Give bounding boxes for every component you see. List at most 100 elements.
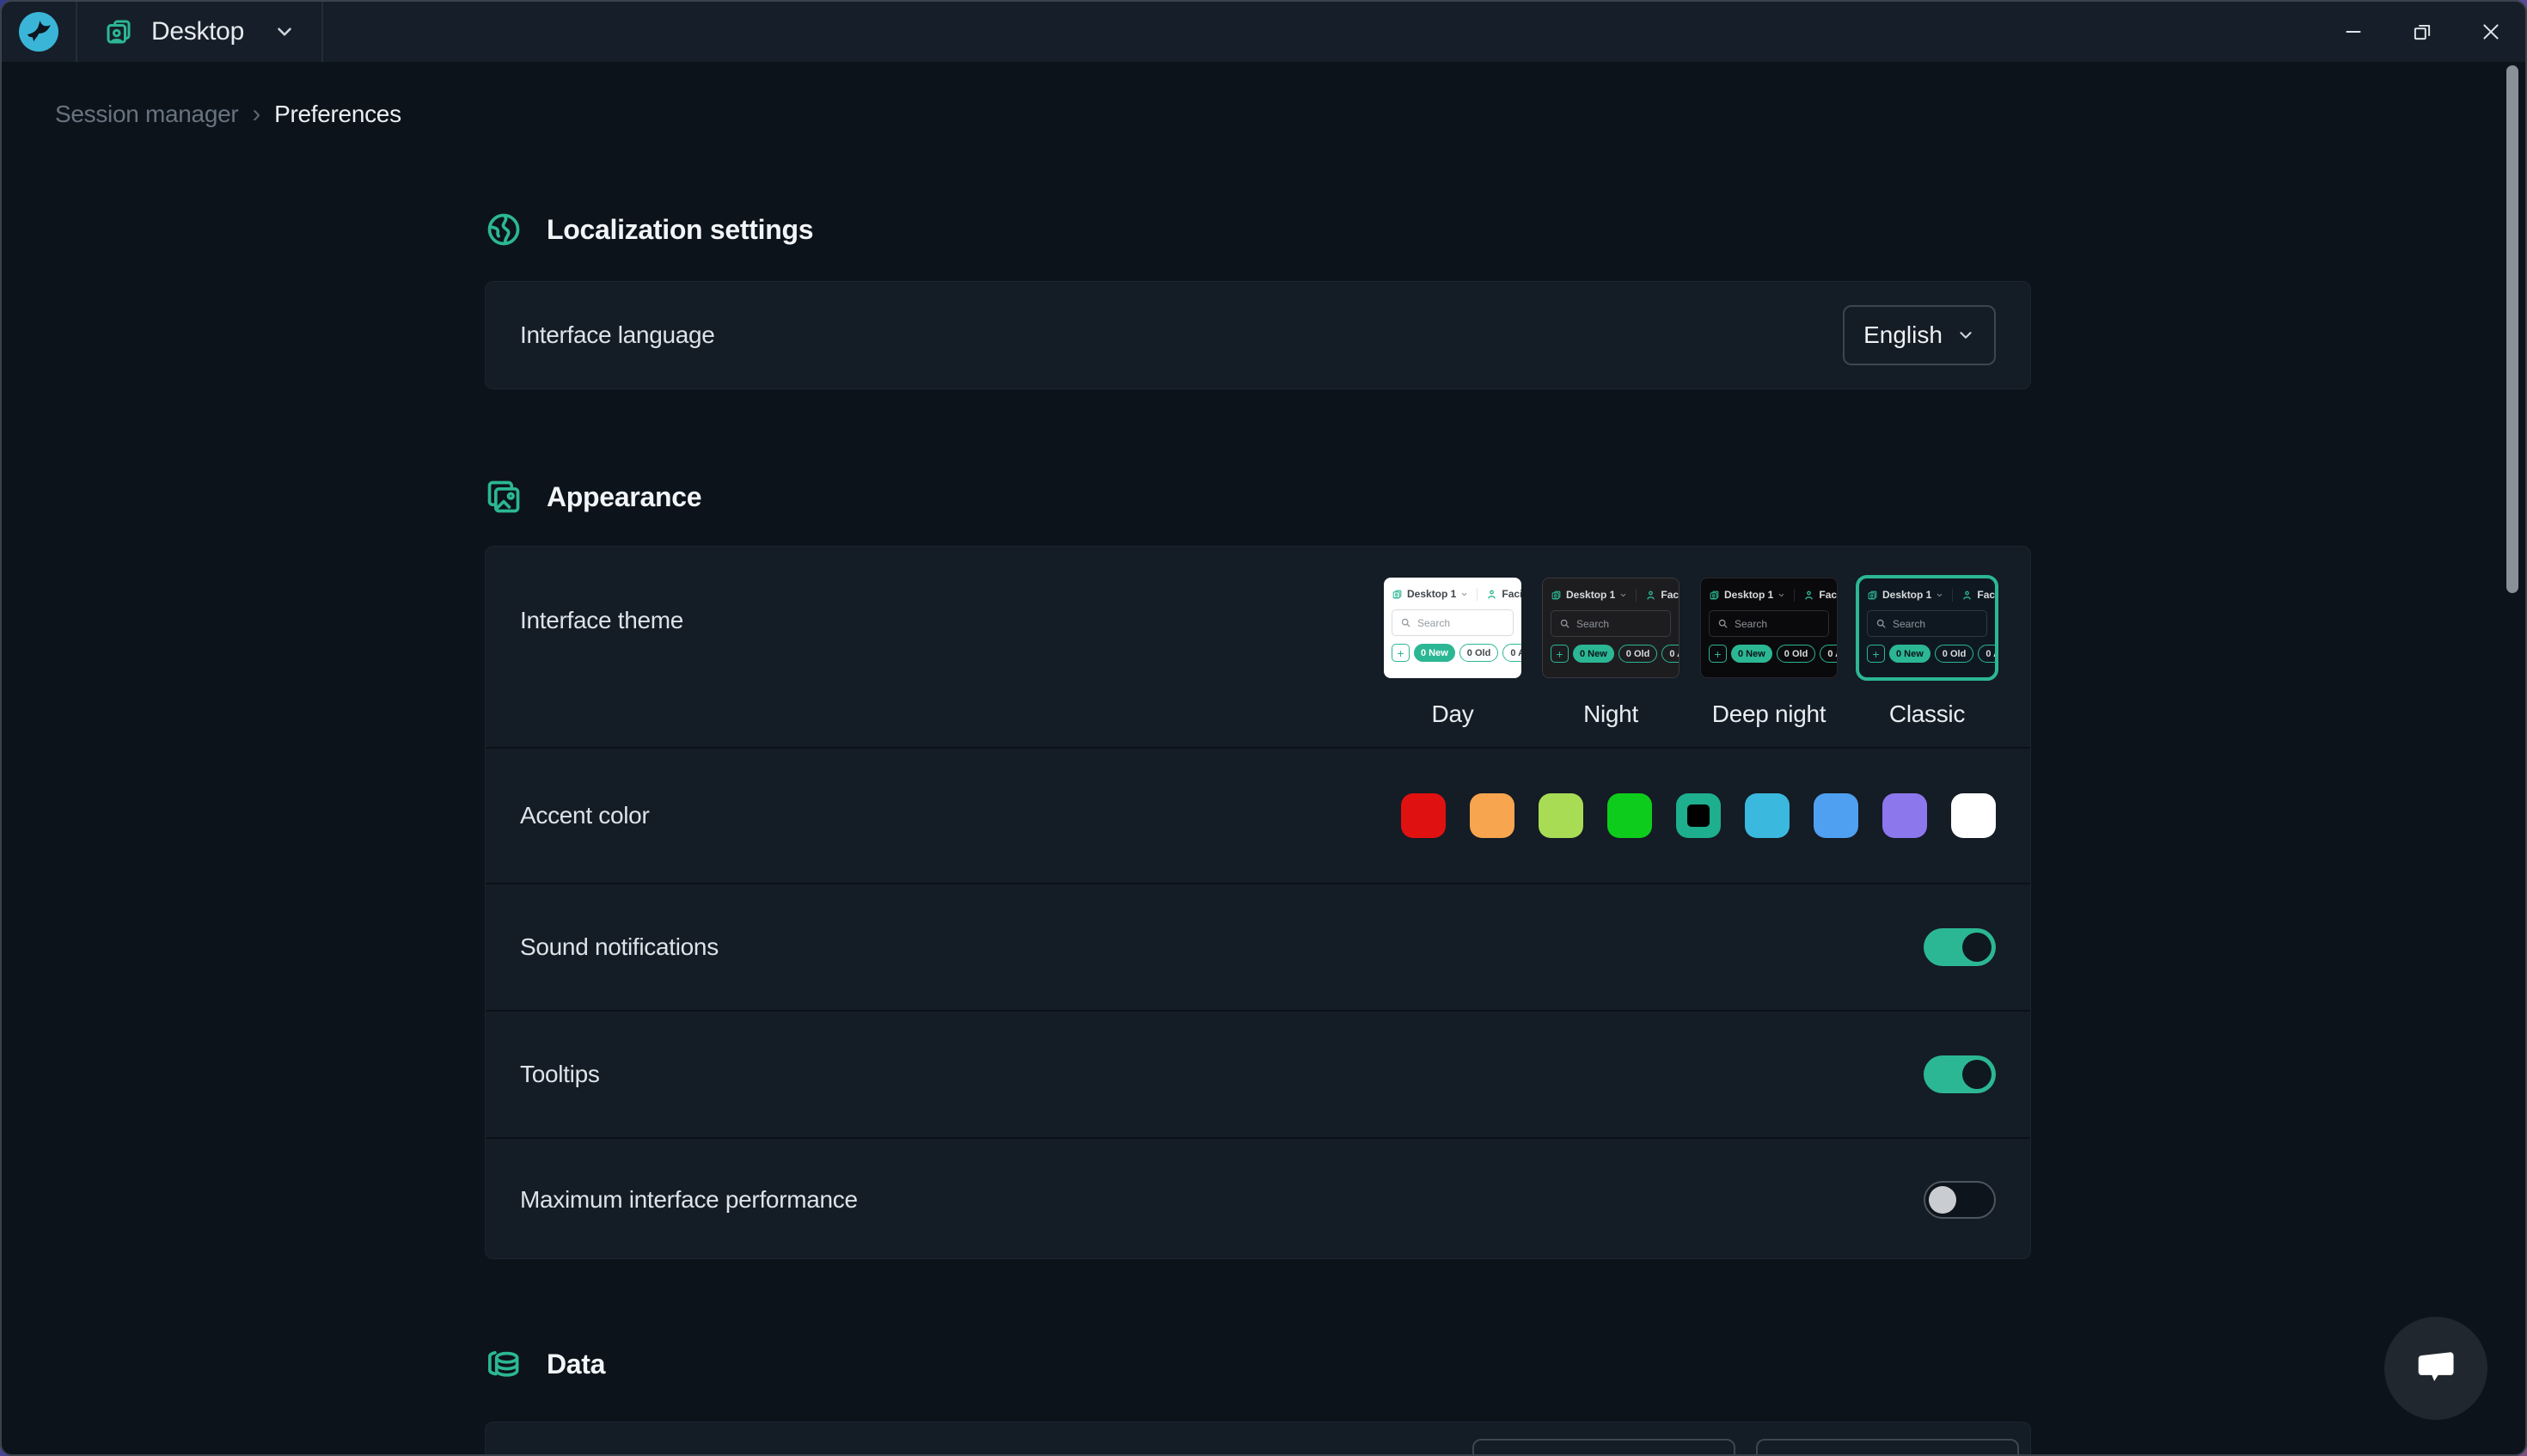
theme-thumbnail-night: Desktop 1 Facilis Search (1542, 578, 1680, 678)
sound-notifications-row: Sound notifications (486, 883, 2030, 1010)
profiles-icon (1392, 589, 1403, 600)
minimize-icon (2342, 21, 2365, 43)
restore-button[interactable] (2388, 2, 2457, 62)
minimize-button[interactable] (2319, 2, 2388, 62)
tooltips-label: Tooltips (520, 1061, 600, 1088)
mini-filter-old: 0 Old (1618, 645, 1658, 663)
toggle-knob (1962, 933, 1992, 962)
mini-titlebar: Desktop 1 Facilis (1392, 585, 1514, 603)
accent-swatch-orange[interactable] (1470, 793, 1514, 838)
mini-search-box: Search (1392, 609, 1514, 636)
max-performance-toggle[interactable] (1924, 1181, 1996, 1219)
mini-search-box: Search (1867, 610, 1987, 637)
data-section-header: Data (485, 1345, 605, 1383)
accent-swatch-cyan[interactable] (1745, 793, 1790, 838)
mini-filter-auto: 0 Auto (1661, 645, 1680, 663)
search-icon (1559, 618, 1570, 629)
breadcrumb-session-manager[interactable]: Session manager (55, 101, 238, 128)
chevron-down-icon (1777, 591, 1785, 599)
theme-option-classic[interactable]: Desktop 1 Facilis Search (1858, 578, 1996, 728)
toggle-knob (1929, 1186, 1956, 1214)
mini-filter-new: 0 New (1573, 645, 1614, 663)
theme-thumbnail-deep-night: Desktop 1 Facilis Search (1700, 578, 1838, 678)
interface-language-label: Interface language (520, 321, 715, 349)
titlebar-divider (321, 2, 323, 62)
localization-card: Interface language English (485, 281, 2031, 389)
mini-add-button: + (1867, 645, 1885, 663)
mini-divider (1794, 589, 1795, 602)
data-card (485, 1422, 2031, 1456)
scrollbar-thumb[interactable] (2506, 65, 2518, 593)
mini-divider (1636, 589, 1637, 602)
mini-add-button: + (1392, 644, 1410, 662)
mini-titlebar: Desktop 1 Facilis (1709, 586, 1829, 603)
person-icon (1645, 590, 1656, 601)
section-title: Data (547, 1349, 605, 1380)
database-icon (485, 1345, 523, 1383)
mini-filter-tabs: + 0 New 0 Old 0 Auto (1551, 645, 1671, 663)
theme-option-deep-night[interactable]: Desktop 1 Facilis Search (1700, 578, 1838, 728)
chevron-down-icon (1460, 590, 1468, 598)
close-icon (2480, 21, 2502, 43)
data-action-button-1[interactable] (1472, 1439, 1735, 1456)
titlebar: Desktop (2, 2, 2525, 62)
chevron-down-icon (1619, 591, 1627, 599)
search-icon (1717, 618, 1729, 629)
data-action-button-2[interactable] (1756, 1439, 2019, 1456)
mini-filter-old: 0 Old (1777, 645, 1816, 663)
app-logo-button[interactable] (2, 2, 76, 62)
support-chat-button[interactable] (2384, 1317, 2487, 1420)
accent-swatch-lime[interactable] (1539, 793, 1583, 838)
mini-account-label: Facilis (1661, 589, 1680, 601)
window-controls (2319, 2, 2525, 62)
accent-swatch-teal-selected[interactable] (1676, 793, 1721, 838)
sound-notifications-toggle[interactable] (1924, 928, 1996, 966)
accent-swatch-blue[interactable] (1814, 793, 1858, 838)
accent-swatch-green[interactable] (1607, 793, 1652, 838)
person-icon (1803, 590, 1814, 601)
max-performance-row: Maximum interface performance (486, 1137, 2030, 1260)
mini-search-placeholder: Search (1576, 618, 1609, 630)
theme-option-day[interactable]: Desktop 1 Facilis Search (1384, 578, 1521, 728)
mini-filter-auto: 0 Auto (1820, 645, 1838, 663)
mini-add-button: + (1551, 645, 1569, 663)
profiles-icon (1867, 590, 1878, 601)
close-button[interactable] (2457, 2, 2525, 62)
section-title: Appearance (547, 481, 701, 513)
content-area: Session manager › Preferences Localizati… (2, 62, 2525, 1454)
tooltips-row: Tooltips (486, 1010, 2030, 1137)
theme-label: Day (1432, 700, 1474, 728)
breadcrumb-preferences: Preferences (274, 101, 401, 128)
mini-filter-new: 0 New (1731, 645, 1772, 663)
mini-filter-old: 0 Old (1935, 645, 1974, 663)
mini-workspace-label: Desktop 1 (1724, 589, 1773, 601)
theme-option-night[interactable]: Desktop 1 Facilis Search (1542, 578, 1680, 728)
workspace-selector[interactable]: Desktop (77, 2, 321, 62)
accent-swatch-red[interactable] (1401, 793, 1446, 838)
accent-color-swatches (1401, 793, 1996, 838)
section-title: Localization settings (547, 214, 813, 246)
mini-filter-tabs: + 0 New 0 Old 0 Auto (1867, 645, 1987, 663)
language-select[interactable]: English (1843, 305, 1996, 365)
accent-swatch-white[interactable] (1951, 793, 1996, 838)
mini-titlebar: Desktop 1 Facilis (1867, 586, 1987, 603)
mini-filter-tabs: + 0 New 0 Old 0 Auto (1392, 644, 1514, 662)
chevron-down-icon (273, 21, 296, 43)
accent-swatch-purple[interactable] (1882, 793, 1927, 838)
mini-divider (1952, 589, 1953, 602)
mini-filter-new: 0 New (1889, 645, 1930, 663)
mini-account-label: Facilis (1819, 589, 1838, 601)
mini-account-label: Facilis (1502, 588, 1521, 600)
mini-workspace-label: Desktop 1 (1566, 589, 1615, 601)
chevron-down-icon (1956, 326, 1975, 345)
profiles-icon (103, 16, 134, 47)
theme-label: Night (1583, 700, 1638, 728)
tooltips-toggle[interactable] (1924, 1055, 1996, 1093)
mini-workspace-label: Desktop 1 (1882, 589, 1931, 601)
breadcrumb: Session manager › Preferences (55, 100, 401, 129)
mini-divider (1477, 588, 1478, 601)
mini-filter-auto: 0 Auto (1502, 644, 1521, 662)
sound-notifications-label: Sound notifications (520, 933, 719, 961)
appearance-icon (485, 478, 523, 516)
theme-thumbnail-classic-selected: Desktop 1 Facilis Search (1858, 578, 1996, 678)
